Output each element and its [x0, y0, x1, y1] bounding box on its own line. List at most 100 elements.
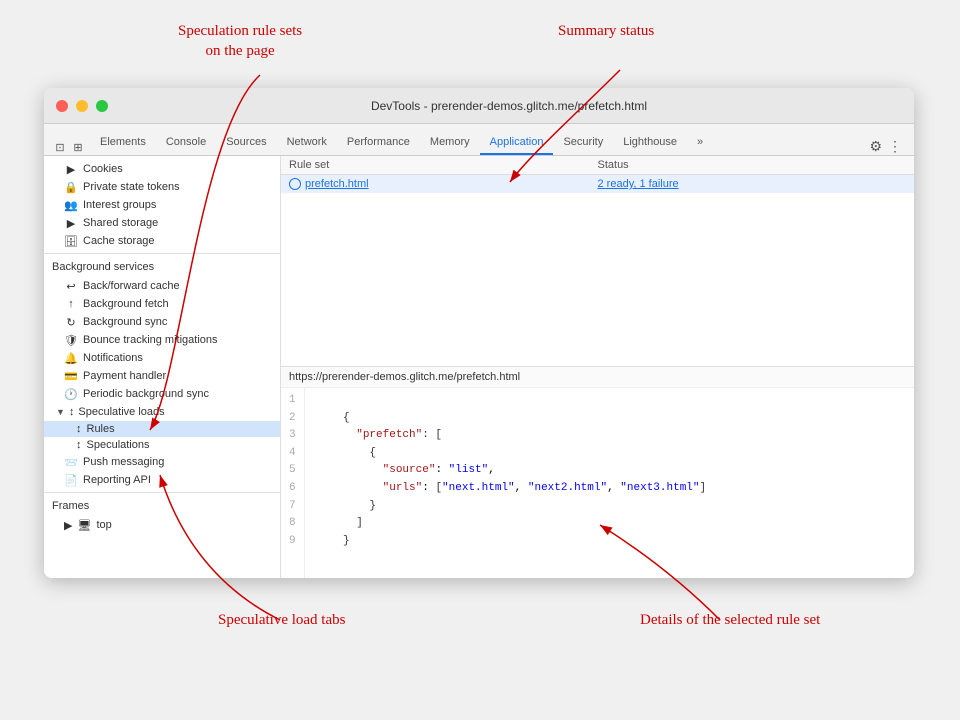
interest-groups-icon: 👥 — [64, 198, 78, 212]
tab-application[interactable]: Application — [480, 132, 554, 155]
devtools-icon-console[interactable]: ⊞ — [70, 139, 86, 155]
background-services-header: Background services — [44, 257, 280, 277]
sidebar-child-rules-label: Rules — [87, 423, 115, 435]
tab-elements[interactable]: Elements — [90, 132, 156, 155]
sidebar-item-payment-handler[interactable]: 💳 Payment handler — [44, 367, 280, 385]
devtools-icon-elements[interactable]: ⊡ — [52, 139, 68, 155]
line-num-2: 2 — [289, 410, 296, 428]
cache-storage-icon: 🗄 — [64, 234, 78, 248]
private-state-icon: 🔒 — [64, 180, 78, 194]
ruleset-link[interactable]: prefetch.html — [289, 178, 598, 190]
sidebar-item-bounce-tracking[interactable]: 🛡 Bounce tracking mitigations — [44, 331, 280, 349]
sidebar-item-periodic-sync[interactable]: 🕐 Periodic background sync — [44, 385, 280, 403]
line-num-8: 8 — [289, 515, 296, 533]
divider-2 — [44, 492, 280, 493]
sidebar-item-payment-handler-label: Payment handler — [83, 370, 166, 382]
code-line-6: "urls": ["next.html", "next2.html", "nex… — [317, 480, 902, 498]
speculations-icon: ↕ — [76, 439, 82, 451]
traffic-light-yellow[interactable] — [76, 100, 88, 112]
code-line-5: "source": "list", — [317, 462, 902, 480]
code-line-2: { — [317, 410, 902, 428]
table-header: Rule set Status — [281, 156, 914, 175]
sidebar-item-backforward[interactable]: ↩ Back/forward cache — [44, 277, 280, 295]
tab-security[interactable]: Security — [553, 132, 613, 155]
rules-icon: ↕ — [76, 423, 82, 435]
tab-lighthouse[interactable]: Lighthouse — [613, 132, 687, 155]
sidebar-item-shared-storage[interactable]: ▶ Shared storage — [44, 214, 280, 232]
code-url-bar: https://prerender-demos.glitch.me/prefet… — [281, 367, 914, 388]
sidebar-item-cookies-label: Cookies — [83, 163, 123, 175]
status-link[interactable]: 2 ready, 1 failure — [598, 178, 679, 190]
line-num-3: 3 — [289, 427, 296, 445]
traffic-light-green[interactable] — [96, 100, 108, 112]
annotation-summary-status: Summary status — [558, 22, 654, 42]
background-sync-icon: ↻ — [64, 315, 78, 329]
sidebar-item-interest-groups-label: Interest groups — [83, 199, 156, 211]
sidebar-item-interest-groups[interactable]: 👥 Interest groups — [44, 196, 280, 214]
sidebar-item-cache-storage-label: Cache storage — [83, 235, 155, 247]
sidebar-item-private-state-label: Private state tokens — [83, 181, 180, 193]
payment-handler-icon: 💳 — [64, 369, 78, 383]
sidebar-item-push-messaging-label: Push messaging — [83, 456, 164, 468]
sidebar-item-background-sync-label: Background sync — [83, 316, 167, 328]
line-num-4: 4 — [289, 445, 296, 463]
title-bar: DevTools - prerender-demos.glitch.me/pre… — [44, 88, 914, 124]
code-line-8: ] — [317, 515, 902, 533]
sidebar-item-notifications[interactable]: 🔔 Notifications — [44, 349, 280, 367]
sidebar-item-cache-storage[interactable]: 🗄 Cache storage — [44, 232, 280, 250]
code-line-4: { — [317, 445, 902, 463]
line-num-6: 6 — [289, 480, 296, 498]
sidebar-item-notifications-label: Notifications — [83, 352, 143, 364]
line-num-5: 5 — [289, 462, 296, 480]
col-header-ruleset: Rule set — [289, 159, 598, 171]
code-line-9: } — [317, 533, 902, 551]
sidebar-item-private-state[interactable]: 🔒 Private state tokens — [44, 178, 280, 196]
tab-memory[interactable]: Memory — [420, 132, 480, 155]
table-row[interactable]: prefetch.html 2 ready, 1 failure — [281, 175, 914, 193]
push-messaging-icon: 📨 — [64, 455, 78, 469]
code-line-3: "prefetch": [ — [317, 427, 902, 445]
speculative-loads-icon: ↕ — [69, 406, 75, 418]
speculative-loads-group[interactable]: ▼ ↕ Speculative loads — [44, 403, 280, 421]
tab-network[interactable]: Network — [277, 132, 337, 155]
bounce-tracking-icon: 🛡 — [64, 333, 78, 347]
frames-toggle: ▶ — [64, 519, 72, 532]
more-options-icon[interactable]: ⋮ — [888, 138, 902, 155]
line-num-9: 9 — [289, 533, 296, 551]
tab-more[interactable]: » — [687, 132, 713, 155]
annotation-details-selected: Details of the selected rule set — [640, 611, 820, 631]
devtools-tabs-bar: ⊡ ⊞ Elements Console Sources Network Per… — [44, 124, 914, 156]
sidebar-child-rules[interactable]: ↕ Rules — [44, 421, 280, 437]
browser-window: DevTools - prerender-demos.glitch.me/pre… — [44, 88, 914, 578]
code-line-1 — [317, 392, 902, 410]
ruleset-cell: prefetch.html — [289, 178, 598, 190]
traffic-light-red[interactable] — [56, 100, 68, 112]
divider-1 — [44, 253, 280, 254]
sidebar-item-bounce-tracking-label: Bounce tracking mitigations — [83, 334, 218, 346]
sidebar-item-cookies[interactable]: ▶ Cookies — [44, 160, 280, 178]
speculative-loads-label: Speculative loads — [78, 406, 164, 418]
sidebar-child-speculations-label: Speculations — [87, 439, 150, 451]
sidebar-item-background-sync[interactable]: ↻ Background sync — [44, 313, 280, 331]
sidebar-item-background-fetch[interactable]: ↑ Background fetch — [44, 295, 280, 313]
tab-sources[interactable]: Sources — [216, 132, 276, 155]
sidebar-item-reporting-api[interactable]: 📄 Reporting API — [44, 471, 280, 489]
code-section: https://prerender-demos.glitch.me/prefet… — [281, 367, 914, 578]
main-panel: Rule set Status prefetch.html 2 ready, 1… — [281, 156, 914, 578]
sidebar-item-shared-storage-label: Shared storage — [83, 217, 158, 229]
sidebar-item-top-label: top — [96, 519, 111, 531]
code-body: 1 2 3 4 5 6 7 8 9 { "prefetch": [ — [281, 388, 914, 578]
code-line-7: } — [317, 498, 902, 516]
sidebar-child-speculations[interactable]: ↕ Speculations — [44, 437, 280, 453]
code-url-text: https://prerender-demos.glitch.me/prefet… — [289, 371, 520, 383]
annotation-speculation-role: Speculation rule setson the page — [178, 22, 302, 61]
tab-performance[interactable]: Performance — [337, 132, 420, 155]
sidebar-item-top[interactable]: ▶ 🖥 top — [44, 516, 280, 534]
settings-icon[interactable]: ⚙ — [869, 138, 882, 155]
tab-console[interactable]: Console — [156, 132, 216, 155]
periodic-sync-icon: 🕐 — [64, 387, 78, 401]
line-num-7: 7 — [289, 498, 296, 516]
sidebar-item-push-messaging[interactable]: 📨 Push messaging — [44, 453, 280, 471]
frames-header: Frames — [44, 496, 280, 516]
background-fetch-icon: ↑ — [64, 297, 78, 311]
